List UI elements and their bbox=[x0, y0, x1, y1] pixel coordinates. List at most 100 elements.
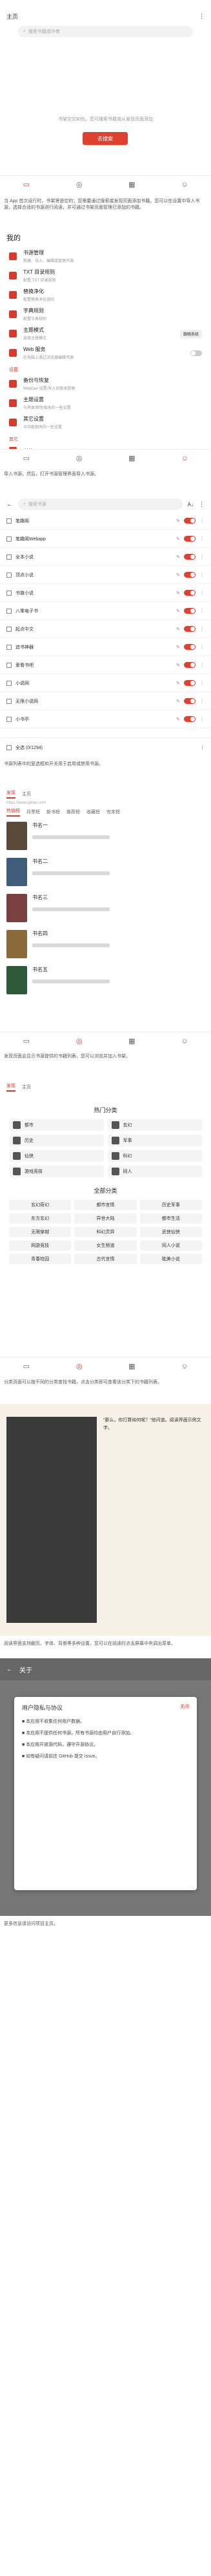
more-icon[interactable]: ⋮ bbox=[199, 536, 205, 542]
hot-category[interactable]: 同人 bbox=[107, 1166, 202, 1177]
hot-category[interactable]: 都市 bbox=[9, 1119, 104, 1131]
more-icon[interactable]: ⋮ bbox=[199, 590, 205, 596]
web-service-toggle[interactable] bbox=[190, 350, 202, 356]
source-row[interactable]: 笔趣阁 ✎ ⋮ bbox=[0, 512, 211, 530]
source-row[interactable]: 笔趣阁Webapp ✎ ⋮ bbox=[0, 530, 211, 548]
hot-category[interactable]: 历史 bbox=[9, 1135, 104, 1146]
go-search-button[interactable]: 去搜索 bbox=[83, 132, 128, 145]
more-icon[interactable]: ⋮ bbox=[199, 716, 205, 722]
tab-home[interactable]: 主页 bbox=[22, 1084, 31, 1090]
profile-icon[interactable]: ☺ bbox=[180, 1037, 189, 1046]
source-toggle[interactable] bbox=[184, 716, 196, 722]
more-icon[interactable]: ⋮ bbox=[199, 608, 205, 614]
category-chip[interactable]: 古代言情 bbox=[74, 1254, 137, 1264]
bookshelf-icon[interactable]: ▭ bbox=[22, 454, 31, 463]
book-item[interactable]: 书名五 bbox=[0, 962, 211, 998]
back-icon[interactable]: ← bbox=[6, 1666, 13, 1673]
edit-icon[interactable]: ✎ bbox=[176, 663, 180, 668]
more-icon[interactable]: ⋮ bbox=[200, 745, 205, 750]
more-icon[interactable]: ⋮ bbox=[199, 680, 205, 686]
source-row[interactable]: 爱看书吧 ✎ ⋮ bbox=[0, 656, 211, 674]
hot-category[interactable]: 仙侠 bbox=[9, 1150, 104, 1162]
hot-category[interactable]: 玄幻 bbox=[107, 1119, 202, 1131]
edit-icon[interactable]: ✎ bbox=[176, 627, 180, 632]
setting-dict[interactable]: 字典规则 配置字典规则 bbox=[0, 305, 211, 324]
source-toggle[interactable] bbox=[184, 590, 196, 596]
source-checkbox[interactable] bbox=[6, 680, 12, 686]
category-chip[interactable]: 网游竞技 bbox=[9, 1240, 72, 1251]
source-toggle[interactable] bbox=[184, 518, 196, 524]
category-chip[interactable]: 历史军事 bbox=[139, 1200, 202, 1210]
profile-icon[interactable]: ☺ bbox=[180, 180, 189, 189]
source-checkbox[interactable] bbox=[6, 716, 12, 722]
category-chip[interactable]: 青春校园 bbox=[9, 1254, 72, 1264]
rss-icon[interactable]: ▦ bbox=[127, 180, 136, 189]
source-checkbox[interactable] bbox=[6, 608, 12, 614]
source-row[interactable]: 全本小说 ✎ ⋮ bbox=[0, 548, 211, 566]
hot-category[interactable]: 游戏竞技 bbox=[9, 1166, 104, 1177]
hot-category[interactable]: 科幻 bbox=[107, 1150, 202, 1162]
discover-icon[interactable]: ◎ bbox=[75, 1037, 84, 1046]
source-toggle[interactable] bbox=[184, 698, 196, 704]
setting-source[interactable]: 书源管理 新建、导入、编辑或管理书源 bbox=[0, 247, 211, 266]
edit-icon[interactable]: ✎ bbox=[176, 591, 180, 596]
profile-icon[interactable]: ☺ bbox=[180, 1362, 189, 1371]
rss-icon[interactable]: ▦ bbox=[127, 1037, 136, 1046]
bookshelf-icon[interactable]: ▭ bbox=[22, 1037, 31, 1046]
source-row[interactable]: 无限小说网 ✎ ⋮ bbox=[0, 692, 211, 710]
tab-home[interactable]: 主页 bbox=[22, 791, 31, 797]
source-toggle[interactable] bbox=[184, 608, 196, 614]
edit-icon[interactable]: ✎ bbox=[176, 536, 180, 542]
hot-category[interactable]: 军事 bbox=[107, 1135, 202, 1146]
tab-discover[interactable]: 发现 bbox=[6, 790, 15, 799]
edit-icon[interactable]: ✎ bbox=[176, 609, 180, 614]
source-checkbox[interactable] bbox=[6, 698, 12, 704]
rank-tab[interactable]: 新书榜 bbox=[46, 809, 60, 815]
more-icon[interactable]: ⋮ bbox=[199, 626, 205, 632]
rank-tab[interactable]: 月票榜 bbox=[26, 809, 40, 815]
setting-theme[interactable]: 主题模式 选择主题模式 跟随系统 bbox=[0, 324, 211, 343]
source-toggle[interactable] bbox=[184, 662, 196, 668]
bookshelf-icon[interactable]: ▭ bbox=[22, 1362, 31, 1371]
rank-tab[interactable]: 完本榜 bbox=[106, 809, 120, 815]
discover-icon[interactable]: ◎ bbox=[75, 1362, 84, 1371]
source-toggle[interactable] bbox=[184, 554, 196, 560]
edit-icon[interactable]: ✎ bbox=[176, 681, 180, 686]
category-chip[interactable]: 都市言情 bbox=[74, 1200, 137, 1210]
category-chip[interactable]: 都市生活 bbox=[139, 1213, 202, 1224]
more-icon[interactable]: ⋮ bbox=[199, 644, 205, 650]
sort-icon[interactable]: A↓ bbox=[188, 502, 194, 507]
source-checkbox[interactable] bbox=[6, 644, 12, 650]
category-chip[interactable]: 玄幻奇幻 bbox=[9, 1200, 72, 1210]
edit-icon[interactable]: ✎ bbox=[176, 645, 180, 650]
theme-value[interactable]: 跟随系统 bbox=[179, 329, 202, 338]
source-row[interactable]: 顶点小说 ✎ ⋮ bbox=[0, 566, 211, 584]
category-chip[interactable]: 女生频道 bbox=[74, 1240, 137, 1251]
category-chip[interactable]: 同人小说 bbox=[139, 1240, 202, 1251]
category-chip[interactable]: 无限穿越 bbox=[9, 1227, 72, 1237]
source-row[interactable]: 小书亭 ✎ ⋮ bbox=[0, 710, 211, 728]
category-chip[interactable]: 科幻灵异 bbox=[74, 1227, 137, 1237]
setting-theme-config[interactable]: 主题设置 与界面/颜色相关的一些设置 bbox=[0, 393, 211, 413]
source-row[interactable]: 小说网 ✎ ⋮ bbox=[0, 674, 211, 692]
more-icon[interactable]: ⋮ bbox=[199, 662, 205, 668]
book-item[interactable]: 书名四 bbox=[0, 926, 211, 962]
source-checkbox[interactable] bbox=[6, 536, 12, 542]
discover-icon[interactable]: ◎ bbox=[75, 180, 84, 189]
rank-tab[interactable]: 推荐榜 bbox=[66, 809, 80, 815]
source-checkbox[interactable] bbox=[6, 590, 12, 596]
source-toggle[interactable] bbox=[184, 680, 196, 686]
book-item[interactable]: 书名一 bbox=[0, 818, 211, 854]
source-checkbox[interactable] bbox=[6, 518, 12, 524]
more-icon[interactable]: ⋮ bbox=[199, 698, 205, 704]
setting-web[interactable]: Web 服务 在电脑上通过浏览器编辑书源 bbox=[0, 343, 211, 363]
source-checkbox[interactable] bbox=[6, 626, 12, 632]
bookshelf-icon[interactable]: ▭ bbox=[22, 180, 31, 189]
source-search-input[interactable]: ⌕ 搜索书源 bbox=[18, 498, 183, 510]
setting-backup[interactable]: 备份与恢复 WebDav 设置/导入旧版本数据 bbox=[0, 374, 211, 393]
source-toggle[interactable] bbox=[184, 536, 196, 542]
book-item[interactable]: 书名三 bbox=[0, 890, 211, 926]
profile-icon[interactable]: ☺ bbox=[180, 454, 189, 463]
rank-tab[interactable]: 热销榜 bbox=[6, 808, 20, 817]
more-icon[interactable]: ⋮ bbox=[199, 518, 205, 524]
